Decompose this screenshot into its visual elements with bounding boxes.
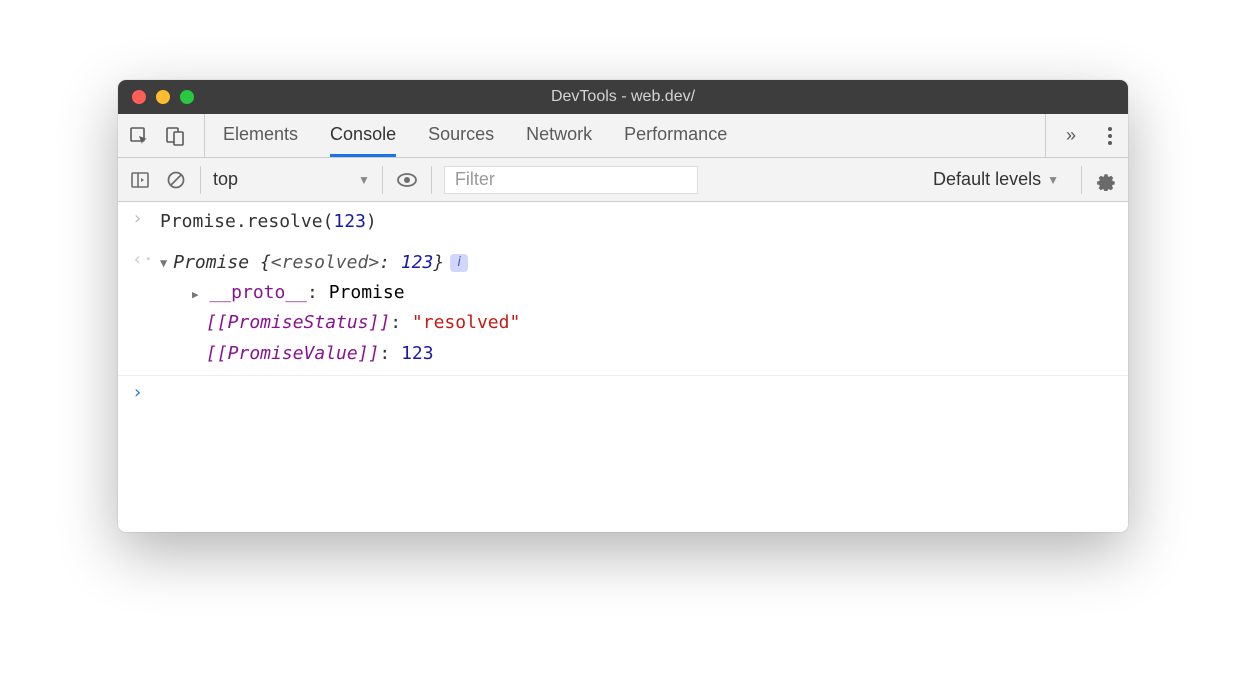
output-marker-icon: ‹· [132,249,150,270]
info-icon[interactable]: i [450,254,468,272]
traffic-lights [132,90,194,104]
minimize-window-button[interactable] [156,90,170,104]
prompt-marker-icon: › [132,382,150,403]
context-selector[interactable]: top ▼ [213,169,370,190]
more-tabs-icon[interactable]: » [1056,125,1082,146]
console-body: › Promise.resolve(123) ‹· ▼ Promise {<re… [118,202,1128,532]
devtools-window: DevTools - web.dev/ Elements Console Sou… [118,80,1128,532]
device-toolbar-icon[interactable] [164,125,186,147]
expand-toggle-icon[interactable]: ▶ [192,288,199,301]
console-output-code: ▼ Promise {<resolved>: 123} i ▶ __proto_… [160,249,1114,370]
tab-performance[interactable]: Performance [624,114,727,157]
clear-console-icon[interactable] [164,168,188,192]
toggle-sidebar-icon[interactable] [128,168,152,192]
main-toolbar: Elements Console Sources Network Perform… [118,114,1128,158]
settings-menu-icon[interactable] [1102,127,1118,145]
panel-tabs: Elements Console Sources Network Perform… [205,114,1045,157]
levels-label: Default levels [933,169,1041,190]
dropdown-icon: ▼ [1047,173,1059,187]
tab-elements[interactable]: Elements [223,114,298,157]
log-levels-selector[interactable]: Default levels ▼ [933,169,1059,190]
inspect-element-icon[interactable] [128,125,150,147]
console-input-row: › Promise.resolve(123) [118,202,1128,243]
live-expression-icon[interactable] [395,168,419,192]
console-input-code: Promise.resolve(123) [160,208,1114,237]
window-title: DevTools - web.dev/ [551,88,695,106]
maximize-window-button[interactable] [180,90,194,104]
console-filterbar: top ▼ Default levels ▼ [118,158,1128,202]
tab-sources[interactable]: Sources [428,114,494,157]
close-window-button[interactable] [132,90,146,104]
tab-network[interactable]: Network [526,114,592,157]
proto-row[interactable]: ▶ __proto__: Promise [192,278,1114,309]
dropdown-icon: ▼ [358,173,370,187]
console-prompt-row[interactable]: › [118,375,1128,409]
context-label: top [213,169,238,190]
promise-value-row: [[PromiseValue]]: 123 [192,339,1114,370]
titlebar: DevTools - web.dev/ [118,80,1128,114]
console-output-row: ‹· ▼ Promise {<resolved>: 123} i ▶ __pro… [118,243,1128,376]
input-marker-icon: › [132,208,150,229]
tab-console[interactable]: Console [330,114,396,157]
console-settings-icon[interactable] [1094,168,1118,192]
filter-input[interactable] [444,166,698,194]
promise-status-row: [[PromiseStatus]]: "resolved" [192,308,1114,339]
expand-toggle-icon[interactable]: ▼ [160,254,167,273]
